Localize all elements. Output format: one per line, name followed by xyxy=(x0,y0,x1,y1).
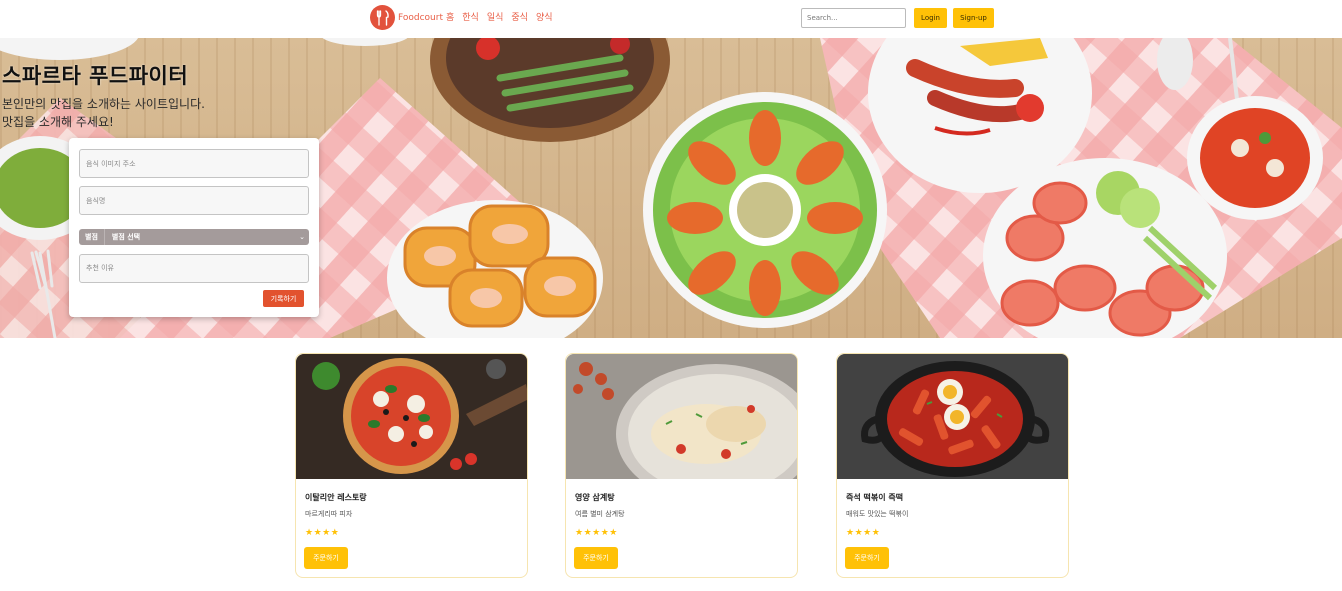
tteokbokki-image xyxy=(837,354,1068,479)
nav-link-home[interactable]: 홈 xyxy=(446,10,454,23)
brand-name: Foodcourt xyxy=(398,12,443,23)
restaurant-card-pizza: 이탈리안 레스토랑 마르게리따 피자 ★★★★ 주문하기 xyxy=(295,353,528,578)
card-title: 영양 삼계탕 xyxy=(575,493,615,502)
fork-knife-logo-icon xyxy=(370,5,395,30)
star-rating: ★★★★★ xyxy=(575,528,618,538)
star-rating: ★★★★ xyxy=(305,528,340,538)
food-name-input[interactable] xyxy=(79,186,309,215)
food-image-url-input[interactable] xyxy=(79,149,309,178)
order-button[interactable]: 주문하기 xyxy=(845,547,889,569)
samgyetang-image xyxy=(566,354,797,479)
card-description: 여름 별미 삼계탕 xyxy=(575,510,625,518)
navbar: Foodcourt 홈 한식 일식 중식 양식 Login Sign-up xyxy=(0,0,1342,38)
card-description: 마르게리따 피자 xyxy=(305,510,353,518)
search-input[interactable] xyxy=(801,8,906,28)
hero-banner: 스파르타 푸드파이터 본인만의 맛집을 소개하는 사이트입니다. 맛집을 소개해… xyxy=(0,38,1342,338)
hero-title: 스파르타 푸드파이터 xyxy=(2,64,189,88)
rating-select[interactable]: 별점 별점 선택 ⌄ xyxy=(79,229,309,245)
card-description: 매워도 맛있는 떡볶이 xyxy=(846,510,909,518)
nav-link-japanese[interactable]: 일식 xyxy=(487,10,504,23)
pizza-image xyxy=(296,354,527,479)
rating-select-value: 별점 선택 xyxy=(111,233,141,241)
reason-textarea[interactable] xyxy=(79,254,309,283)
order-button[interactable]: 주문하기 xyxy=(304,547,348,569)
order-button[interactable]: 주문하기 xyxy=(574,547,618,569)
login-button[interactable]: Login xyxy=(914,8,947,28)
nav-link-western[interactable]: 양식 xyxy=(536,10,553,23)
nav-link-korean[interactable]: 한식 xyxy=(462,10,479,23)
recommend-form: 별점 별점 선택 ⌄ 기록하기 xyxy=(69,138,319,317)
card-title: 즉석 떡볶이 즉떡 xyxy=(846,493,904,502)
card-title: 이탈리안 레스토랑 xyxy=(305,493,367,502)
hero-subtitle-line1: 본인만의 맛집을 소개하는 사이트입니다. xyxy=(2,97,205,111)
hero-subtitle: 본인만의 맛집을 소개하는 사이트입니다. 맛집을 소개해 주세요! xyxy=(2,95,205,131)
nav-link-chinese[interactable]: 중식 xyxy=(511,10,528,23)
restaurant-card-tteokbokki: 즉석 떡볶이 즉떡 매워도 맛있는 떡볶이 ★★★★ 주문하기 xyxy=(836,353,1069,578)
signup-button[interactable]: Sign-up xyxy=(953,8,994,28)
record-button[interactable]: 기록하기 xyxy=(263,290,304,307)
restaurant-card-samgyetang: 영양 삼계탕 여름 별미 삼계탕 ★★★★★ 주문하기 xyxy=(565,353,798,578)
rating-select-label: 별점 xyxy=(79,229,105,245)
brand[interactable]: Foodcourt xyxy=(370,5,443,30)
chevron-down-icon: ⌄ xyxy=(299,233,305,241)
hero-subtitle-line2: 맛집을 소개해 주세요! xyxy=(2,115,114,129)
nav-links: 홈 한식 일식 중식 양식 xyxy=(446,10,553,23)
star-rating: ★★★★ xyxy=(846,528,881,538)
